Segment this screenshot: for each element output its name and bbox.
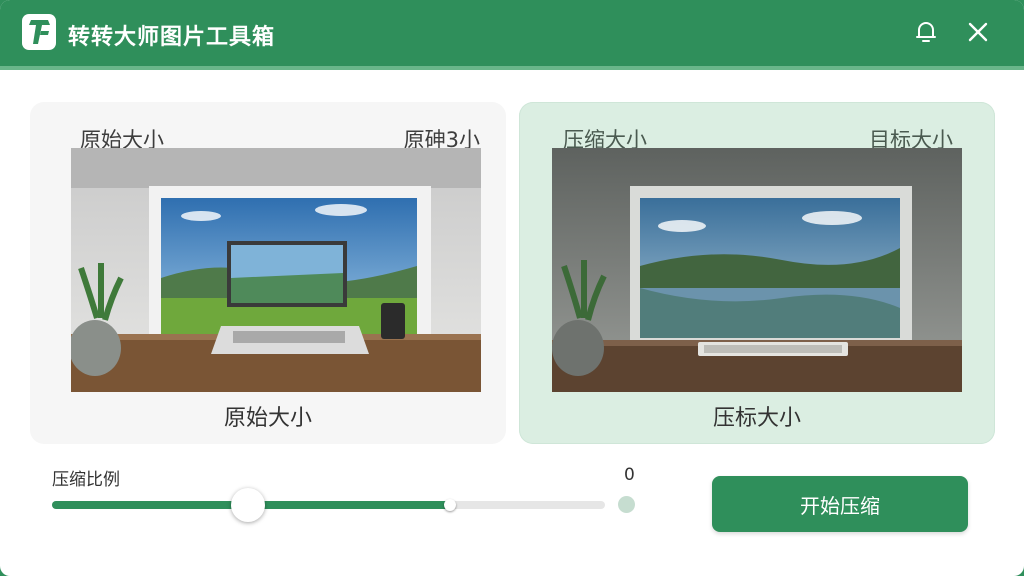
original-image — [71, 148, 481, 392]
compressed-preview-panel: 压缩大小 目标大小 压标大小 — [519, 102, 995, 444]
compressed-caption: 压标大小 — [712, 406, 801, 431]
close-button[interactable] — [964, 20, 992, 48]
compression-ratio-label: 压缩比例 — [52, 470, 120, 490]
slider-end-dot — [618, 496, 635, 513]
compression-ratio-value: 0 — [624, 465, 635, 485]
start-compress-button[interactable]: 开始压缩 — [712, 476, 968, 532]
original-caption: 原始大小 — [223, 406, 312, 431]
compression-slider-track[interactable] — [52, 501, 605, 509]
close-icon — [966, 20, 990, 48]
app-window: 转转大师图片工具箱 原始大小 原砷3小 原始大小 压缩大小 目标大小 压标大小 … — [0, 0, 1024, 576]
compression-slider-thumb[interactable] — [231, 488, 265, 522]
compression-slider-marker[interactable] — [444, 499, 456, 511]
notification-button[interactable] — [912, 20, 940, 48]
app-title: 转转大师图片工具箱 — [68, 25, 276, 50]
title-bar: 转转大师图片工具箱 — [0, 0, 1024, 70]
bell-icon — [913, 19, 939, 49]
original-preview-panel: 原始大小 原砷3小 原始大小 — [30, 102, 506, 444]
compressed-image — [552, 148, 962, 392]
app-logo-icon — [22, 14, 56, 50]
